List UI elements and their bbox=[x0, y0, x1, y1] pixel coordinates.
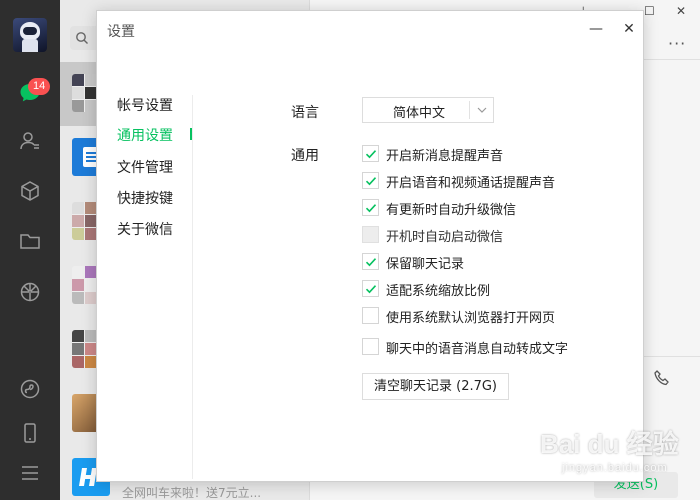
phone-icon[interactable] bbox=[19, 422, 41, 444]
search-icon bbox=[76, 32, 88, 44]
window-close-icon[interactable]: ✕ bbox=[676, 4, 686, 18]
unread-badge: 14 bbox=[28, 78, 51, 95]
mini-program-icon[interactable] bbox=[19, 378, 41, 400]
watermark-logo: Bai du 经验 jingyan.baidu.com bbox=[540, 429, 679, 474]
checkbox[interactable] bbox=[362, 199, 379, 216]
app-sidebar: 14 bbox=[0, 0, 60, 500]
checkbox[interactable] bbox=[362, 338, 379, 355]
nav-shortcuts[interactable]: 快捷按键 bbox=[117, 188, 173, 208]
nav-divider bbox=[192, 95, 193, 479]
moments-icon[interactable] bbox=[19, 281, 41, 303]
nav-general-settings[interactable]: 通用设置 bbox=[117, 125, 173, 145]
checkbox[interactable] bbox=[362, 307, 379, 324]
chevron-down-icon bbox=[477, 107, 487, 113]
checkbox[interactable] bbox=[362, 280, 379, 297]
menu-icon[interactable] bbox=[19, 462, 41, 484]
dialog-minimize-button[interactable]: — bbox=[584, 17, 608, 41]
dialog-title: 设置 bbox=[107, 24, 135, 40]
language-select[interactable]: 简体中文 bbox=[362, 97, 494, 123]
checkbox[interactable] bbox=[362, 253, 379, 270]
nav-account-settings[interactable]: 帐号设置 bbox=[117, 95, 173, 115]
window-maximize-icon[interactable]: ☐ bbox=[644, 4, 655, 18]
settings-dialog: 设置 — ✕ 帐号设置 通用设置 文件管理 快捷按键 关于微信 语言 简体中文 … bbox=[96, 10, 644, 482]
chat-last-message: 全网叫车来啦！送7元立... bbox=[122, 486, 262, 500]
checkbox[interactable] bbox=[362, 172, 379, 189]
nav-about[interactable]: 关于微信 bbox=[117, 219, 173, 239]
voice-call-icon[interactable] bbox=[653, 369, 671, 387]
box-icon[interactable] bbox=[19, 180, 41, 202]
nav-file-management[interactable]: 文件管理 bbox=[117, 157, 173, 177]
clear-history-button[interactable]: 清空聊天记录 (2.7G) bbox=[362, 373, 509, 400]
checkbox bbox=[362, 226, 379, 243]
contacts-icon[interactable] bbox=[19, 130, 41, 152]
user-avatar[interactable] bbox=[13, 18, 47, 52]
checkbox[interactable] bbox=[362, 145, 379, 162]
language-label: 语言 bbox=[291, 105, 319, 121]
more-options-icon[interactable]: ··· bbox=[668, 34, 686, 53]
folder-icon[interactable] bbox=[19, 230, 41, 252]
general-section-label: 通用 bbox=[291, 148, 319, 164]
dialog-close-button[interactable]: ✕ bbox=[617, 17, 641, 41]
language-value: 简体中文 bbox=[393, 106, 446, 121]
